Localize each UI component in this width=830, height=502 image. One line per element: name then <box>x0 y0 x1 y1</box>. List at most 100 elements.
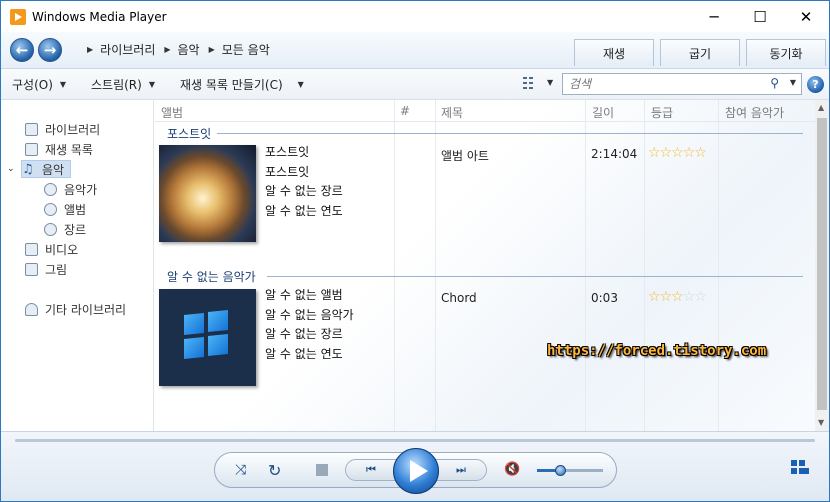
organize-label: 구성(O) <box>12 78 53 92</box>
star-icon: ☆ <box>682 289 696 305</box>
sidebar-item-other-libraries[interactable]: 기타 라이브러리 <box>25 300 126 318</box>
sidebar-item-pictures[interactable]: 그림 <box>25 260 67 278</box>
switch-to-now-playing-icon[interactable] <box>791 460 809 476</box>
column-album[interactable]: 앨범 <box>161 104 183 121</box>
volume-slider[interactable] <box>537 465 603 476</box>
view-options-icon[interactable] <box>523 76 537 90</box>
album-artist: 알 수 없는 음악가 <box>265 307 354 322</box>
star-icon: ☆ <box>648 145 661 161</box>
back-button[interactable]: ← <box>10 38 34 62</box>
scroll-up-icon[interactable]: ▲ <box>818 103 824 112</box>
group-divider <box>267 276 803 277</box>
track-length: 0:03 <box>591 291 618 305</box>
other-library-icon <box>25 302 38 316</box>
album-info: 알 수 없는 앨범 알 수 없는 음악가 알 수 없는 장르 알 수 없는 연도 <box>265 286 354 364</box>
help-button[interactable]: ? <box>807 76 824 93</box>
next-button[interactable]: ⏭ <box>435 459 487 481</box>
column-number[interactable]: # <box>400 104 410 118</box>
column-divider <box>394 100 395 431</box>
sidebar-item-label: 라이브러리 <box>45 122 101 137</box>
tab-sync[interactable]: 동기화 <box>746 39 826 66</box>
chevron-down-icon: ▼ <box>547 78 554 87</box>
column-title[interactable]: 제목 <box>441 104 463 121</box>
genre-icon <box>44 222 57 236</box>
column-rating[interactable]: 등급 <box>651 104 673 121</box>
group-header-title[interactable]: 알 수 없는 음악가 <box>167 268 256 285</box>
mute-icon[interactable]: 🔇 <box>504 462 520 477</box>
group-header-title[interactable]: 포스트잇 <box>167 125 211 142</box>
playlist-icon <box>25 142 38 156</box>
minimize-button[interactable]: ─ <box>691 1 737 32</box>
scroll-down-icon[interactable]: ▼ <box>818 418 824 427</box>
sidebar-item-playlists[interactable]: 재생 목록 <box>25 140 93 158</box>
organize-menu[interactable]: 구성(O) ▼ <box>12 76 66 93</box>
previous-button[interactable]: ⏮ <box>345 459 397 481</box>
chevron-down-icon[interactable]: ▼ <box>790 78 796 87</box>
seek-bar[interactable] <box>15 439 815 442</box>
breadcrumb-arrow-icon: ▶ <box>87 45 94 54</box>
sidebar-item-label: 비디오 <box>45 242 79 257</box>
artist-icon <box>44 182 57 196</box>
breadcrumb-music[interactable]: 음악 <box>178 41 200 58</box>
music-note-icon: ♫ <box>22 161 34 177</box>
expand-chevron-icon[interactable]: ⌄ <box>7 164 15 174</box>
chevron-down-icon: ▼ <box>59 80 67 89</box>
track-title[interactable]: Chord <box>441 291 477 305</box>
play-button[interactable] <box>393 448 439 494</box>
maximize-button[interactable]: ☐ <box>737 1 783 32</box>
album-art-windows-logo[interactable] <box>159 289 256 386</box>
breadcrumb-library[interactable]: 라이브러리 <box>100 41 155 58</box>
sidebar-item-music[interactable]: ♫ 음악 <box>21 160 72 178</box>
tab-burn[interactable]: 굽기 <box>660 39 740 66</box>
navigation-pane: 라이브러리 재생 목록 ⌄ ♫ 음악 음악가 앨범 장르 비디오 그림 기타 라… <box>1 100 154 431</box>
close-button[interactable]: ✕ <box>783 1 829 32</box>
column-divider <box>435 100 436 431</box>
chevron-down-icon: ▼ <box>297 80 304 89</box>
sidebar-item-album[interactable]: 앨범 <box>44 200 86 218</box>
breadcrumb-arrow-icon: ▶ <box>208 45 215 54</box>
previous-icon: ⏮ <box>366 463 376 476</box>
tab-play[interactable]: 재생 <box>574 39 654 66</box>
star-icon: ☆ <box>671 145 684 161</box>
forward-button[interactable]: → <box>38 38 62 62</box>
search-input[interactable] <box>563 74 763 94</box>
rating-stars[interactable]: ☆☆☆☆☆ <box>648 289 707 305</box>
volume-knob[interactable] <box>555 465 567 476</box>
repeat-icon[interactable]: ↻ <box>268 461 281 480</box>
track-length: 2:14:04 <box>591 147 638 161</box>
group-divider <box>217 133 803 134</box>
scrollbar-thumb[interactable] <box>817 118 827 410</box>
sidebar-item-genre[interactable]: 장르 <box>44 220 86 238</box>
shuffle-icon[interactable]: ⤨ <box>235 462 246 478</box>
track-title[interactable]: 앨범 아트 <box>441 147 489 164</box>
album-name: 포스트잇 <box>265 145 310 159</box>
star-icon: ☆ <box>682 145 696 161</box>
star-icon: ☆ <box>659 289 673 305</box>
picture-icon <box>25 262 38 276</box>
album-genre: 알 수 없는 장르 <box>265 184 343 198</box>
vertical-scrollbar[interactable]: ▲ ▼ <box>815 100 829 431</box>
rating-stars[interactable]: ☆☆☆☆☆ <box>648 145 707 161</box>
sidebar-item-video[interactable]: 비디오 <box>25 240 78 258</box>
create-playlist-menu[interactable]: 재생 목록 만들기(C) ▼ <box>180 76 304 93</box>
stop-icon[interactable] <box>316 464 328 476</box>
album-info: 포스트잇 포스트잇 알 수 없는 장르 알 수 없는 연도 <box>265 143 343 221</box>
library-icon <box>25 122 38 136</box>
breadcrumb-all-music[interactable]: 모든 음악 <box>222 41 270 58</box>
stream-label: 스트림(R) <box>91 78 142 92</box>
window-title: Windows Media Player <box>32 9 167 24</box>
star-icon: ☆ <box>694 289 707 305</box>
sidebar-item-artist[interactable]: 음악가 <box>44 180 97 198</box>
sidebar-item-library[interactable]: 라이브러리 <box>25 120 100 138</box>
windows-logo-icon <box>184 312 204 336</box>
toolbar: 구성(O) ▼ 스트림(R) ▼ 재생 목록 만들기(C) ▼ ▼ ⚲ ▼ ? <box>1 69 829 100</box>
search-icon[interactable]: ⚲ <box>770 76 779 90</box>
column-divider <box>644 100 645 431</box>
view-options-dropdown[interactable]: ▼ <box>547 78 553 87</box>
column-length[interactable]: 길이 <box>592 104 614 121</box>
column-divider <box>718 100 719 431</box>
play-icon <box>409 460 428 482</box>
stream-menu[interactable]: 스트림(R) ▼ <box>91 76 155 93</box>
column-contributing-artist[interactable]: 참여 음악가 <box>725 104 784 121</box>
album-art-frozen-bubble[interactable] <box>159 145 256 242</box>
